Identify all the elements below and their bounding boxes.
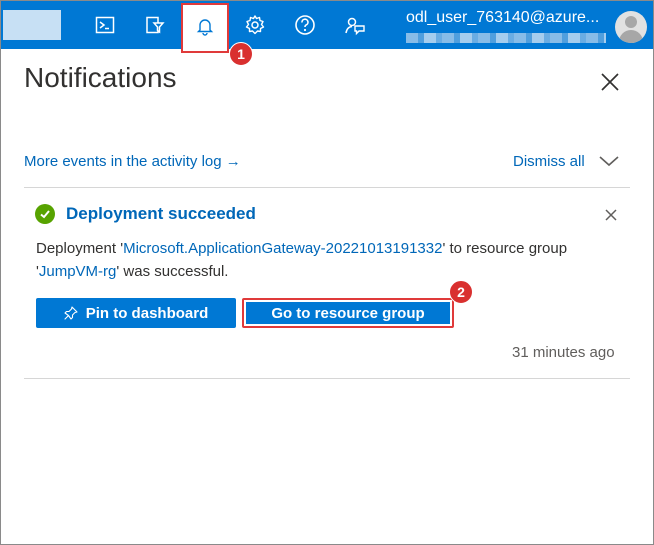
- success-check-icon: [35, 204, 55, 224]
- divider: [24, 378, 630, 379]
- terminal-icon[interactable]: [89, 9, 121, 41]
- deployment-link[interactable]: Microsoft.ApplicationGateway-20221013191…: [123, 240, 442, 257]
- notifications-button[interactable]: [181, 3, 229, 53]
- arrow-right-icon: →: [225, 153, 241, 170]
- activity-log-label: More events in the activity log: [24, 153, 222, 170]
- gear-icon[interactable]: [239, 9, 271, 41]
- panel-title: Notifications: [24, 62, 177, 93]
- avatar-body: [619, 30, 643, 43]
- feedback-icon[interactable]: [339, 9, 371, 41]
- notification-message: Deployment 'Microsoft.ApplicationGateway…: [36, 237, 626, 283]
- pin-to-dashboard-button[interactable]: Pin to dashboard: [36, 298, 236, 328]
- help-icon[interactable]: [289, 9, 321, 41]
- step-2-badge: 2: [449, 280, 473, 304]
- notification-timestamp: 31 minutes ago: [512, 344, 615, 361]
- go-to-resource-group-button[interactable]: Go to resource group: [242, 298, 454, 328]
- directory-filter-icon[interactable]: [139, 9, 171, 41]
- divider: [24, 187, 630, 188]
- step-1-badge: 1: [229, 42, 253, 66]
- pin-icon: [64, 306, 78, 320]
- close-panel-button[interactable]: [598, 70, 622, 94]
- pin-button-label: Pin to dashboard: [85, 304, 209, 322]
- msg-prefix: Deployment ': [36, 240, 124, 257]
- dismiss-notification-button[interactable]: [603, 207, 619, 228]
- resource-group-link[interactable]: JumpVM-rg: [39, 263, 117, 280]
- top-bar: odl_user_763140@azure...: [1, 1, 653, 53]
- close-icon: [601, 73, 619, 91]
- close-icon: [605, 209, 617, 221]
- user-account-name[interactable]: odl_user_763140@azure...: [406, 9, 599, 27]
- notification-title: Deployment succeeded: [66, 204, 256, 223]
- msg-suffix: ' was successful.: [116, 263, 229, 280]
- search-box[interactable]: [3, 10, 61, 40]
- dismiss-all-link[interactable]: Dismiss all: [513, 153, 585, 170]
- activity-log-link[interactable]: More events in the activity log →: [24, 153, 241, 170]
- bell-icon: [195, 16, 215, 41]
- avatar-head: [625, 16, 637, 28]
- avatar[interactable]: [615, 11, 647, 43]
- chevron-down-icon[interactable]: [598, 154, 620, 173]
- user-directory-redacted: [406, 33, 606, 43]
